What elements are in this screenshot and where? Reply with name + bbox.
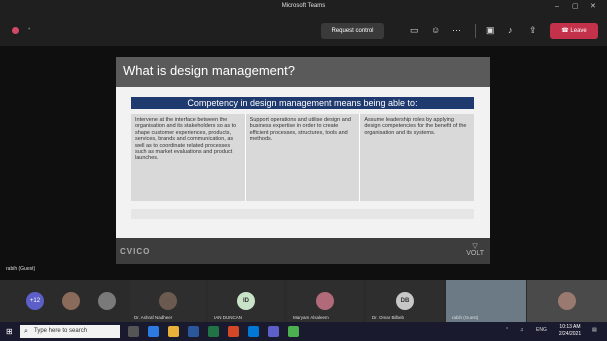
- competency-column: Assume leadership roles by applying desi…: [359, 114, 474, 201]
- avatar[interactable]: [98, 292, 116, 310]
- meeting-toolbar: • Request control ▭ ☺ ⋯ ▣ ♪ ⇪ ☎ Leave: [0, 16, 607, 46]
- leave-button[interactable]: ☎ Leave: [550, 23, 598, 39]
- maximize-icon[interactable]: ▢: [572, 3, 579, 11]
- slide-header: What is design management?: [116, 57, 490, 87]
- slide-banner: Competency in design management means be…: [131, 97, 474, 109]
- camera-feed[interactable]: rabih (Guest): [446, 280, 526, 322]
- slide-bottom-strip: [131, 209, 474, 219]
- task-view-icon[interactable]: [128, 326, 139, 337]
- chrome-icon[interactable]: [288, 326, 299, 337]
- title-bar: Microsoft Teams – ▢ ✕: [0, 0, 607, 16]
- avatar[interactable]: [62, 292, 80, 310]
- participant-name: IAN DUNCAN: [214, 315, 243, 320]
- file-explorer-icon[interactable]: [168, 326, 179, 337]
- recording-icon: [12, 27, 19, 34]
- slide-footer: CVICO ▽ VOLT: [116, 238, 490, 264]
- toolbar-divider: [475, 24, 476, 38]
- avatar: DB: [396, 292, 414, 310]
- participant-tile[interactable]: DB Dr. Omar Bilbeb: [366, 280, 444, 322]
- info-icon[interactable]: •: [28, 26, 30, 33]
- mic-off-icon[interactable]: ♪: [508, 25, 513, 35]
- teams-icon[interactable]: [268, 326, 279, 337]
- reactions-icon[interactable]: ☺: [431, 25, 440, 35]
- camera-feed[interactable]: [527, 280, 607, 322]
- slide: What is design management? Competency in…: [116, 57, 490, 238]
- volt-logo-icon: ▽: [472, 243, 478, 250]
- request-control-button[interactable]: Request control: [321, 23, 384, 39]
- slide-title: What is design management?: [123, 63, 295, 78]
- participant-name: rabih (Guest): [452, 315, 479, 320]
- share-icon[interactable]: ⇪: [529, 25, 537, 35]
- language-indicator[interactable]: ENG: [536, 327, 547, 333]
- avatar: [558, 292, 576, 310]
- participant-name: Dr. Omar Bilbeb: [372, 315, 405, 320]
- footer-logo-text: VOLT: [466, 250, 484, 257]
- leave-label: Leave: [570, 28, 587, 34]
- search-placeholder: Type here to search: [34, 328, 88, 334]
- powerpoint-icon[interactable]: [228, 326, 239, 337]
- system-clock[interactable]: 10:13 AM 2/24/2021: [555, 324, 585, 338]
- taskbar-search[interactable]: ⌕ Type here to search: [20, 325, 120, 338]
- volume-icon[interactable]: ♫: [520, 327, 524, 333]
- clock-date: 2/24/2021: [558, 331, 582, 337]
- participants-strip: +12 Dr. Ashraf Nadheer ID IAN DUNCAN Mar…: [0, 280, 607, 322]
- footer-logo-left: CVICO: [120, 247, 151, 256]
- competency-column: Support operations and utilise design an…: [244, 114, 360, 201]
- hangup-icon: ☎: [561, 28, 569, 34]
- excel-icon[interactable]: [208, 326, 219, 337]
- avatar: [316, 292, 334, 310]
- more-icon[interactable]: ⋯: [452, 25, 461, 35]
- window-title: Microsoft Teams: [281, 3, 326, 9]
- shared-screen: What is design management? Competency in…: [0, 46, 607, 280]
- competency-column: Intervene at the interface between the o…: [135, 117, 237, 162]
- search-icon: ⌕: [24, 328, 28, 335]
- competency-grid: Intervene at the interface between the o…: [131, 114, 474, 201]
- chat-icon[interactable]: ▭: [410, 25, 419, 35]
- footer-logo-right: ▽ VOLT: [466, 242, 484, 257]
- slide-body: Competency in design management means be…: [116, 87, 490, 238]
- participant-tile[interactable]: Dr. Ashraf Nadheer: [130, 280, 206, 322]
- outlook-icon[interactable]: [248, 326, 259, 337]
- taskbar: ⊞ ⌕ Type here to search ⌃ ♫ ENG 10:13 AM…: [0, 322, 607, 341]
- minimize-icon[interactable]: –: [555, 3, 559, 11]
- edge-icon[interactable]: [148, 326, 159, 337]
- clock-time: 10:13 AM: [559, 324, 581, 330]
- participant-tile[interactable]: Maryam Alsaleem: [287, 280, 363, 322]
- network-icon[interactable]: ⌃: [505, 327, 509, 333]
- participant-tile[interactable]: ID IAN DUNCAN: [208, 280, 284, 322]
- close-icon[interactable]: ✕: [590, 3, 596, 11]
- more-participants-button[interactable]: +12: [26, 292, 44, 310]
- notifications-icon[interactable]: ▤: [592, 327, 597, 333]
- word-icon[interactable]: [188, 326, 199, 337]
- windows-start-icon[interactable]: ⊞: [6, 327, 13, 336]
- participant-name: Dr. Ashraf Nadheer: [134, 315, 173, 320]
- camera-off-icon[interactable]: ▣: [486, 25, 495, 35]
- presenter-label: rabih (Guest): [6, 266, 36, 272]
- avatar: ID: [237, 292, 255, 310]
- avatar: [159, 292, 177, 310]
- participant-name: Maryam Alsaleem: [293, 315, 329, 320]
